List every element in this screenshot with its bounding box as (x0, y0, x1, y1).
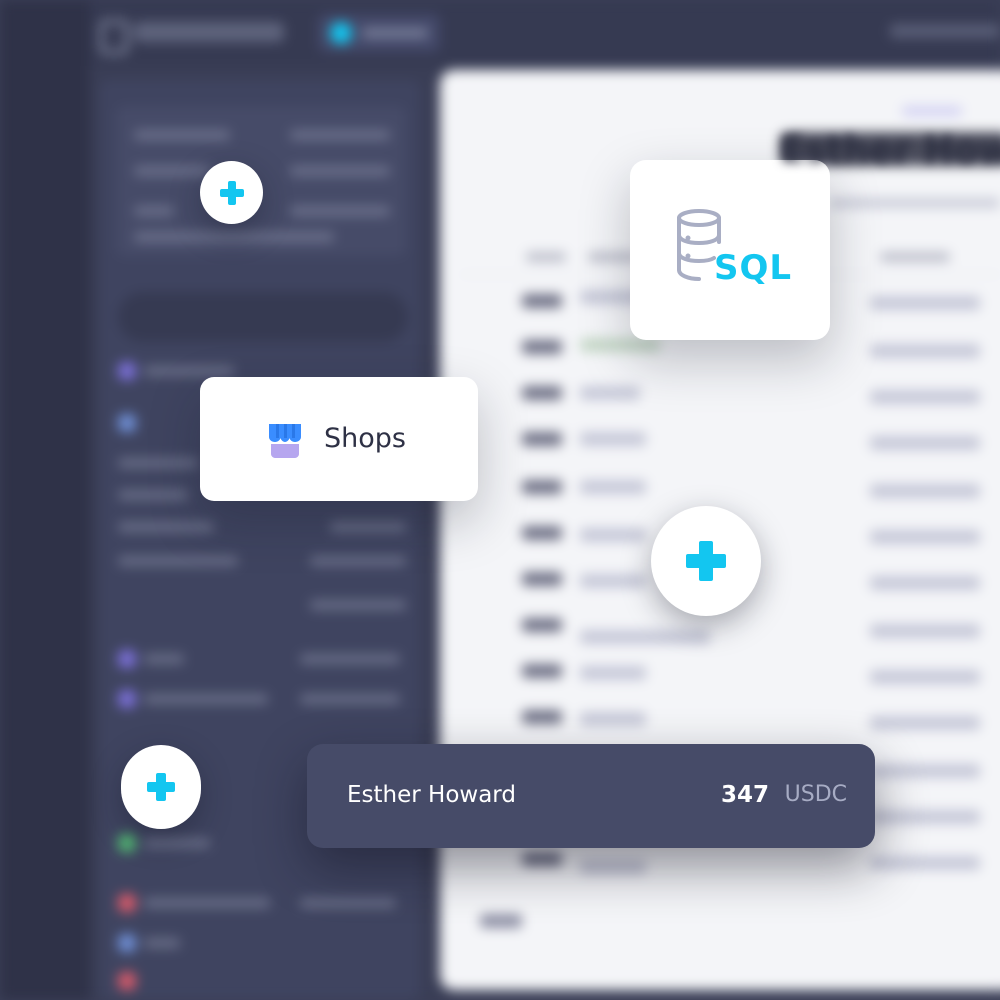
side-item-icon (118, 894, 136, 912)
table-cell (580, 712, 646, 726)
plus-icon (219, 180, 244, 205)
table-cell (522, 340, 562, 354)
profile-meta (830, 198, 1000, 208)
table-cell (870, 344, 980, 358)
plus-icon (686, 541, 726, 581)
table-cell (870, 484, 980, 498)
network-chip-text (362, 28, 428, 38)
summary-line (134, 166, 210, 176)
table-cell (870, 856, 980, 870)
table-header (880, 252, 950, 262)
summary-line (290, 206, 390, 216)
side-item-line (144, 938, 180, 948)
add-button-center[interactable] (651, 506, 761, 616)
side-search (118, 292, 408, 342)
table-cell (580, 630, 710, 644)
side-item-line (118, 522, 214, 532)
side-item-icon (118, 972, 136, 990)
side-item-line (118, 458, 198, 468)
add-button-top-left[interactable] (200, 161, 263, 224)
table-cell (870, 716, 980, 730)
side-item-line (144, 838, 210, 848)
table-cell (580, 860, 646, 874)
table-cell (870, 810, 980, 824)
add-button-bottom-left[interactable] (121, 745, 201, 829)
table-cell (522, 294, 562, 308)
table-cell (522, 664, 562, 678)
table-cell (580, 528, 646, 542)
table-cell (522, 480, 562, 494)
main-back-link (902, 106, 962, 116)
summary-line (134, 206, 174, 216)
side-item-line (144, 694, 268, 704)
logo-text (134, 22, 284, 42)
summary-line (134, 232, 334, 242)
logo-icon (100, 20, 128, 54)
table-cell (580, 432, 646, 446)
side-item-icon (118, 934, 136, 952)
profile-title-blurred: Esther How (780, 130, 1000, 171)
network-chip-icon (330, 22, 352, 44)
table-footer (480, 914, 522, 928)
table-cell (870, 390, 980, 404)
side-item-line (300, 654, 400, 664)
sql-card[interactable]: SQL (630, 160, 830, 340)
table-cell (522, 432, 562, 446)
payout-recipient-name: Esther Howard (347, 782, 516, 808)
sql-label: SQL (714, 248, 793, 288)
payout-currency: USDC (784, 782, 847, 807)
side-item-line (330, 522, 406, 532)
side-item-line (118, 556, 238, 566)
table-cell (522, 710, 562, 724)
table-cell (580, 386, 640, 400)
table-header (526, 252, 566, 262)
table-cell (522, 572, 562, 586)
side-item-line (300, 898, 396, 908)
table-cell (870, 624, 980, 638)
plus-icon (147, 773, 175, 801)
summary-line (134, 130, 230, 140)
side-item-icon (118, 414, 136, 432)
side-item-line (144, 654, 184, 664)
table-cell (870, 530, 980, 544)
left-rail (0, 0, 90, 1000)
table-cell (870, 670, 980, 684)
table-cell (870, 296, 980, 310)
side-item-line (144, 366, 234, 376)
side-item-line (300, 694, 400, 704)
table-cell (580, 338, 660, 352)
table-cell (522, 386, 562, 400)
stage: SQL Shops Esther Howard 347 USDC Esther … (0, 0, 1000, 1000)
top-right-link (890, 24, 1000, 38)
payout-amount: 347 (720, 782, 769, 808)
side-item-icon (118, 650, 136, 668)
side-item-line (310, 556, 406, 566)
table-cell (580, 574, 646, 588)
side-item-icon (118, 834, 136, 852)
summary-line (290, 130, 390, 140)
shops-label: Shops (324, 423, 406, 454)
side-item-line (118, 490, 188, 500)
table-cell (870, 436, 980, 450)
shops-card[interactable]: Shops (200, 377, 478, 501)
table-cell (522, 852, 562, 866)
summary-line (290, 166, 390, 176)
side-item-icon (118, 362, 136, 380)
table-cell (580, 480, 646, 494)
shop-icon (269, 424, 301, 458)
table-cell (870, 764, 980, 778)
side-item-line (310, 600, 406, 610)
payout-card[interactable]: Esther Howard 347 USDC (307, 744, 875, 848)
table-cell (870, 576, 980, 590)
table-cell (522, 526, 562, 540)
side-item-line (144, 898, 270, 908)
table-cell (522, 618, 562, 632)
side-item-icon (118, 690, 136, 708)
table-cell (580, 666, 646, 680)
